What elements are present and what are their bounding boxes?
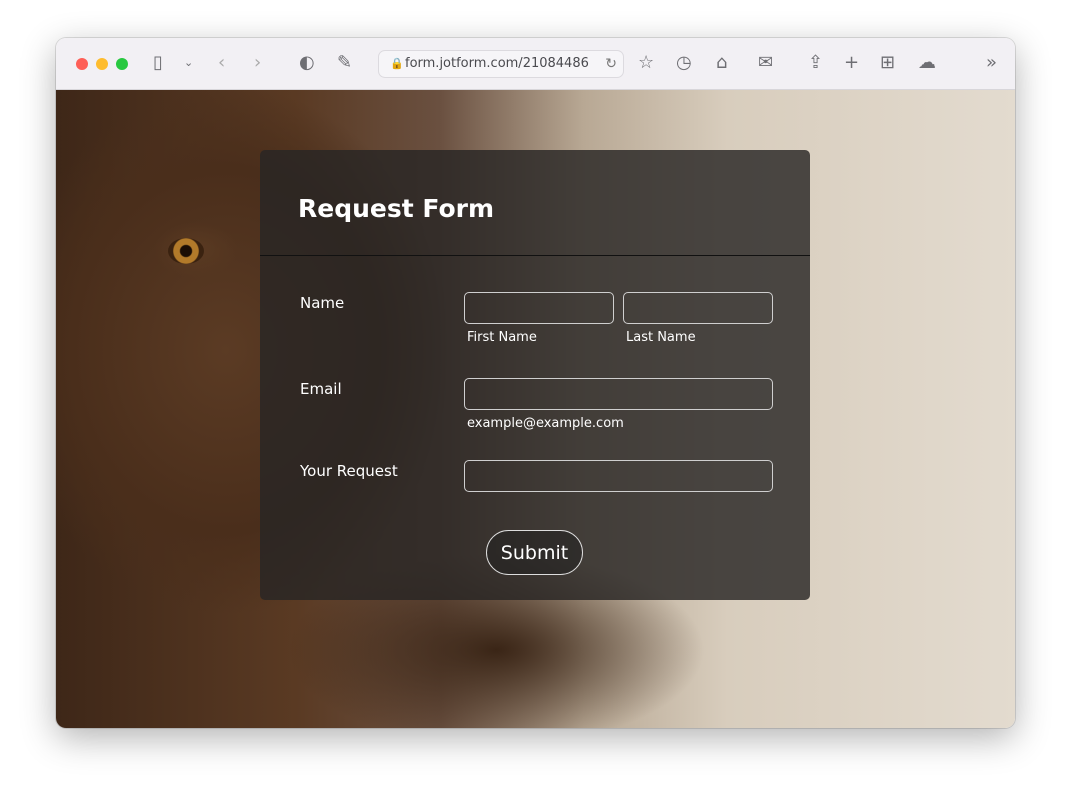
url-text: form.jotform.com/21084486 — [405, 56, 589, 71]
forward-icon[interactable]: › — [254, 52, 261, 74]
last-name-input[interactable] — [623, 292, 773, 324]
browser-window: ▯ ⌄ ‹ › ◐ ✎ 🔒 form.jotform.com/21084486 … — [56, 38, 1015, 728]
tab-overview-grid-icon[interactable]: ⊞ — [880, 52, 895, 74]
form-title: Request Form — [298, 194, 495, 223]
email-sublabel: example@example.com — [467, 416, 624, 431]
email-label: Email — [300, 380, 342, 398]
email-input[interactable] — [464, 378, 773, 410]
request-label: Your Request — [300, 462, 398, 480]
submit-button[interactable]: Submit — [486, 530, 583, 575]
lock-icon: 🔒 — [390, 57, 404, 70]
reload-icon[interactable]: ↻ — [602, 51, 617, 77]
sidebar-icon[interactable]: ▯ — [153, 52, 163, 74]
close-button[interactable] — [76, 58, 88, 70]
mail-icon[interactable]: ✉ — [758, 52, 773, 74]
divider — [260, 255, 810, 256]
name-label: Name — [300, 294, 345, 312]
bookmark-star-icon[interactable]: ☆ — [638, 52, 654, 74]
page-background-dog-photo: Request Form Name First Name Last Name E… — [56, 90, 1015, 728]
more-chevrons-icon[interactable]: » — [986, 52, 997, 74]
back-icon[interactable]: ‹ — [218, 52, 225, 74]
first-name-input[interactable] — [464, 292, 614, 324]
shield-icon[interactable]: ◐ — [299, 52, 315, 74]
dog-eye — [168, 238, 204, 264]
new-tab-plus-icon[interactable]: + — [844, 52, 859, 74]
request-form: Request Form Name First Name Last Name E… — [260, 150, 810, 600]
share-icon[interactable]: ⇪ — [808, 52, 823, 74]
cloud-icon[interactable]: ☁ — [918, 52, 936, 74]
history-clock-icon[interactable]: ◷ — [676, 52, 692, 74]
home-icon[interactable]: ⌂ — [716, 52, 727, 74]
chevron-down-icon[interactable]: ⌄ — [184, 52, 193, 74]
signature-icon[interactable]: ✎ — [337, 52, 352, 74]
browser-toolbar: ▯ ⌄ ‹ › ◐ ✎ 🔒 form.jotform.com/21084486 … — [56, 38, 1015, 90]
minimize-button[interactable] — [96, 58, 108, 70]
last-name-sublabel: Last Name — [626, 330, 696, 345]
request-input[interactable] — [464, 460, 773, 492]
maximize-button[interactable] — [116, 58, 128, 70]
address-bar[interactable]: 🔒 form.jotform.com/21084486 ↻ — [378, 50, 624, 78]
first-name-sublabel: First Name — [467, 330, 537, 345]
